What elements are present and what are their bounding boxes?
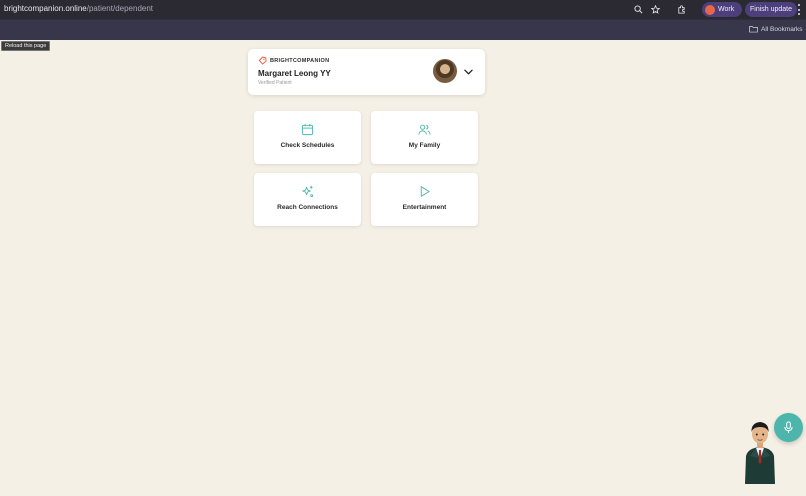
patient-name: Margaret Leong YY bbox=[258, 69, 331, 78]
assistant-mascot-avatar[interactable] bbox=[742, 418, 778, 484]
check-schedules-label: Check Schedules bbox=[280, 142, 335, 149]
reach-connections-button[interactable]: Reach Connections bbox=[254, 173, 361, 226]
play-icon bbox=[420, 186, 430, 197]
brand-logo-icon bbox=[258, 56, 267, 65]
reload-tooltip: Reload this page bbox=[1, 41, 51, 51]
bookmarks-bar: All Bookmarks bbox=[0, 19, 806, 40]
my-family-label: My Family bbox=[408, 142, 441, 149]
entertainment-label: Entertainment bbox=[402, 204, 447, 211]
bookmark-star-icon[interactable] bbox=[649, 3, 662, 16]
sparkles-icon bbox=[302, 185, 314, 198]
url-path: /patient/dependent bbox=[86, 4, 154, 13]
reach-connections-label: Reach Connections bbox=[277, 204, 338, 211]
patient-avatar[interactable] bbox=[433, 59, 457, 83]
entertainment-button[interactable]: Entertainment bbox=[371, 173, 478, 226]
microphone-icon bbox=[784, 421, 793, 433]
calendar-icon bbox=[301, 123, 314, 136]
brand: BRIGHTCOMPANION bbox=[258, 56, 329, 65]
zoom-icon[interactable] bbox=[632, 3, 645, 16]
chevron-down-icon[interactable] bbox=[463, 66, 474, 77]
users-icon bbox=[418, 124, 431, 135]
extensions-icon[interactable] bbox=[675, 3, 688, 16]
folder-icon bbox=[749, 26, 758, 33]
voice-assistant-button[interactable] bbox=[774, 413, 803, 442]
finish-update-button[interactable]: Finish update bbox=[745, 2, 797, 17]
profile-button[interactable]: Work bbox=[702, 2, 742, 17]
address-bar[interactable]: brightcompanion.online/patient/dependent bbox=[4, 4, 153, 13]
all-bookmarks-label: All Bookmarks bbox=[761, 25, 803, 33]
patient-status: Verified Patient bbox=[258, 80, 292, 86]
profile-label: Work bbox=[718, 6, 735, 13]
browser-menu-icon[interactable] bbox=[797, 4, 801, 15]
brand-name: BRIGHTCOMPANION bbox=[270, 57, 330, 64]
my-family-button[interactable]: My Family bbox=[371, 111, 478, 164]
url-host: brightcompanion.online bbox=[4, 4, 87, 13]
profile-avatar bbox=[705, 4, 715, 15]
all-bookmarks-button[interactable]: All Bookmarks bbox=[749, 25, 803, 33]
check-schedules-button[interactable]: Check Schedules bbox=[254, 111, 361, 164]
browser-toolbar: brightcompanion.online/patient/dependent… bbox=[0, 0, 806, 19]
